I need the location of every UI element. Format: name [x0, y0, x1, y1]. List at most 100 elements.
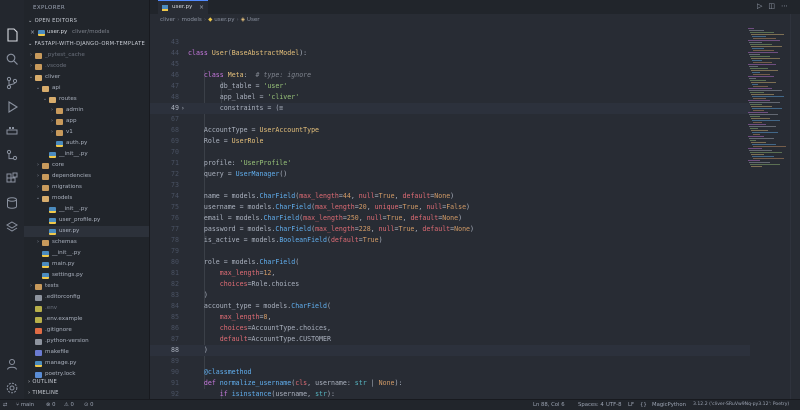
code-text: account_type = models.CharField(	[188, 302, 331, 310]
settings-icon[interactable]	[4, 380, 20, 396]
tree-item[interactable]: makefile	[24, 347, 149, 358]
code-line[interactable]: 90 @classmethod	[150, 367, 750, 378]
tab-user-py[interactable]: user.py ×	[158, 0, 208, 15]
fold-chevron-icon[interactable]: ›	[181, 103, 185, 114]
code-line[interactable]: 79	[150, 246, 750, 257]
code-line[interactable]: 70	[150, 147, 750, 158]
open-editors-header[interactable]: ⌄ OPEN EDITORS	[28, 18, 77, 24]
code-line[interactable]: 84 account_type = models.CharField(	[150, 301, 750, 312]
close-icon[interactable]: ×	[30, 27, 35, 38]
tree-item[interactable]: › migrations	[24, 182, 149, 193]
code-line[interactable]: 73	[150, 180, 750, 191]
files-icon[interactable]	[4, 27, 20, 43]
run-icon[interactable]: ▷	[757, 2, 768, 10]
tree-item[interactable]: ⌄ cliver	[24, 72, 149, 83]
code-line[interactable]: 89	[150, 356, 750, 367]
tree-item[interactable]: .python-version	[24, 336, 149, 347]
split-editor-icon[interactable]: ◫	[768, 2, 781, 10]
code-line[interactable]: 46 class Meta: # type: ignore	[150, 70, 750, 81]
tree-item[interactable]: ⌄ models	[24, 193, 149, 204]
code-line[interactable]: 76 email = models.CharField(max_length=2…	[150, 213, 750, 224]
python-file-icon	[38, 29, 45, 36]
tree-item[interactable]: __init__.py	[24, 204, 149, 215]
breadcrumb-item[interactable]: cliver	[160, 17, 175, 23]
tree-item-label: settings.py	[52, 272, 83, 278]
code-line[interactable]: 91 def normalize_username(cls, username:…	[150, 378, 750, 389]
more-actions-icon[interactable]: ⋯	[781, 2, 794, 10]
code-line[interactable]: 85 max_length=8,	[150, 312, 750, 323]
code-line[interactable]: 44 class User(BaseAbstractModel):	[150, 48, 750, 59]
tree-item[interactable]: ⌄ api	[24, 83, 149, 94]
tree-item[interactable]: › v1	[24, 127, 149, 138]
code-line[interactable]: 72 query = UserManager()	[150, 169, 750, 180]
code-line[interactable]: 43	[150, 37, 750, 48]
tree-item[interactable]: user.py	[24, 226, 149, 237]
tree-item[interactable]: › schemas	[24, 237, 149, 248]
tree-item[interactable]: __init__.py	[24, 149, 149, 160]
outline-header[interactable]: › OUTLINE	[28, 379, 57, 385]
code-line[interactable]: 74 name = models.CharField(max_length=44…	[150, 191, 750, 202]
breadcrumb-item[interactable]: User	[247, 17, 260, 23]
close-icon[interactable]: ×	[199, 1, 204, 14]
run-debug-icon[interactable]	[4, 99, 20, 115]
open-editor-item[interactable]: × user.py cliver/models	[24, 27, 149, 38]
code-line[interactable]: 75 username = models.CharField(max_lengt…	[150, 202, 750, 213]
project-header[interactable]: ⌄ FASTAPI-WITH-DJANGO-ORM-TEMPLATE	[28, 41, 145, 47]
tree-item[interactable]: manage.py	[24, 358, 149, 369]
tree-item[interactable]: › dependencies	[24, 171, 149, 182]
code-line[interactable]: 92 if isinstance(username, str):	[150, 389, 750, 399]
tree-item[interactable]: main.py	[24, 259, 149, 270]
code-line[interactable]: 83 )	[150, 290, 750, 301]
code-line[interactable]: 86 choices=AccountType.choices,	[150, 323, 750, 334]
tree-item[interactable]: ⌄ routes	[24, 94, 149, 105]
docker-icon[interactable]	[4, 123, 20, 139]
config-file-icon	[35, 294, 42, 301]
database-icon[interactable]	[4, 195, 20, 211]
search-icon[interactable]	[4, 51, 20, 67]
layers-icon[interactable]	[4, 219, 20, 235]
extensions-icon[interactable]	[4, 171, 20, 187]
minimap-line	[749, 150, 772, 151]
code-line[interactable]: 67	[150, 114, 750, 125]
overview-ruler[interactable]	[790, 14, 800, 399]
code-line[interactable]: 82 choices=Role.choices	[150, 279, 750, 290]
code-line[interactable]: 81 max_length=12,	[150, 268, 750, 279]
code-line[interactable]: 48 app_label = 'cliver'	[150, 92, 750, 103]
tree-item[interactable]: __init__.py	[24, 248, 149, 259]
tree-item[interactable]: › app	[24, 116, 149, 127]
code-line[interactable]: 88 )	[150, 345, 750, 356]
tree-item[interactable]: user_profile.py	[24, 215, 149, 226]
minimap[interactable]	[744, 16, 788, 399]
minimap-line	[749, 90, 782, 91]
source-control-icon[interactable]	[4, 75, 20, 91]
code-line[interactable]: 68 AccountType = UserAccountType	[150, 125, 750, 136]
line-number: 90	[171, 368, 179, 376]
tree-item[interactable]: .editorconfig	[24, 292, 149, 303]
code-line[interactable]: 87 default=AccountType.CUSTOMER	[150, 334, 750, 345]
timeline-header[interactable]: › TIMELINE	[28, 390, 59, 396]
tree-item[interactable]: › admin	[24, 105, 149, 116]
breadcrumb-item[interactable]: models	[182, 17, 202, 23]
tree-item[interactable]: › .vscode	[24, 61, 149, 72]
tree-item[interactable]: .env.example	[24, 314, 149, 325]
code-line[interactable]: 77 password = models.CharField(max_lengt…	[150, 224, 750, 235]
code-line[interactable]: 80 role = models.CharField(	[150, 257, 750, 268]
tree-item[interactable]: settings.py	[24, 270, 149, 281]
code-line[interactable]: 45	[150, 59, 750, 70]
tree-item[interactable]: .env	[24, 303, 149, 314]
code-text: password = models.CharField(max_length=2…	[188, 225, 474, 233]
tree-item[interactable]: auth.py	[24, 138, 149, 149]
minimap-line	[748, 136, 764, 137]
code-line[interactable]: 71 profile: 'UserProfile'	[150, 158, 750, 169]
code-line[interactable]: 78 is_active = models.BooleanField(defau…	[150, 235, 750, 246]
tree-item[interactable]: › core	[24, 160, 149, 171]
tree-item[interactable]: › _pytest_cache	[24, 50, 149, 61]
account-icon[interactable]	[4, 356, 20, 372]
breadcrumb-item[interactable]: user.py	[214, 17, 234, 23]
code-line[interactable]: 69 Role = UserRole	[150, 136, 750, 147]
code-line[interactable]: 47 db_table = 'user'	[150, 81, 750, 92]
code-line[interactable]: 49 › constraints = (≡	[150, 103, 750, 114]
git-graph-icon[interactable]	[4, 147, 20, 163]
tree-item[interactable]: .gitignore	[24, 325, 149, 336]
tree-item[interactable]: › tests	[24, 281, 149, 292]
